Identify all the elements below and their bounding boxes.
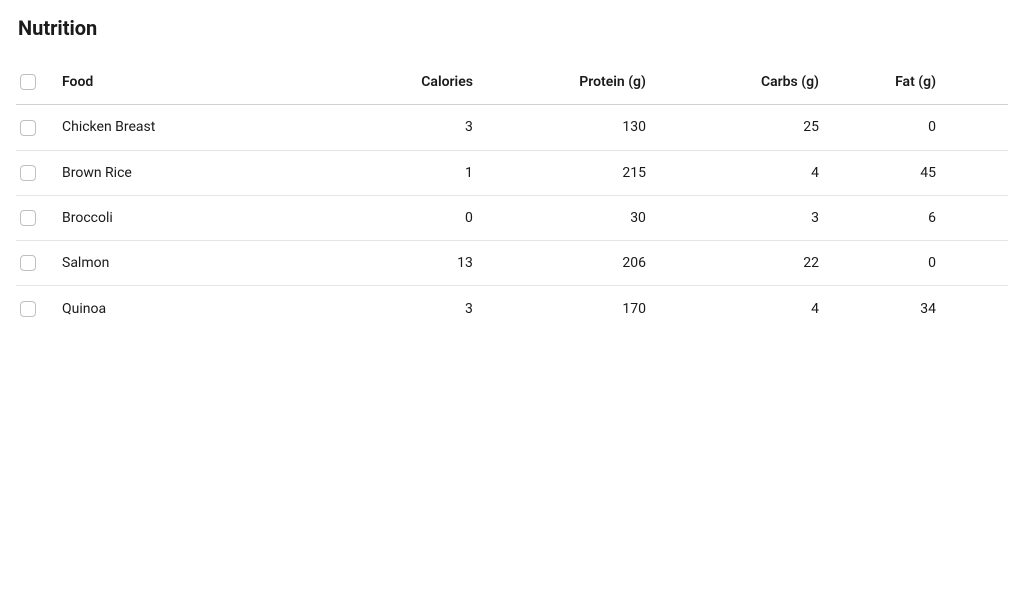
column-header-food[interactable]: Food [58,60,316,105]
cell-carbs: 3 [662,195,835,240]
cell-protein: 170 [489,286,662,331]
cell-calories: 0 [316,195,489,240]
cell-carbs: 25 [662,105,835,150]
row-checkbox[interactable] [20,165,36,181]
cell-food: Salmon [58,241,316,286]
cell-calories: 13 [316,241,489,286]
cell-calories: 3 [316,286,489,331]
column-header-fat[interactable]: Fat (g) [835,60,1008,105]
cell-carbs: 4 [662,150,835,195]
column-header-calories[interactable]: Calories [316,60,489,105]
select-all-checkbox[interactable] [20,74,36,90]
column-header-protein[interactable]: Protein (g) [489,60,662,105]
cell-food: Brown Rice [58,150,316,195]
cell-food: Chicken Breast [58,105,316,150]
row-checkbox[interactable] [20,210,36,226]
table-row: Salmon 13 206 22 0 [16,241,1008,286]
cell-fat: 0 [835,105,1008,150]
cell-carbs: 4 [662,286,835,331]
cell-calories: 1 [316,150,489,195]
table-row: Chicken Breast 3 130 25 0 [16,105,1008,150]
cell-carbs: 22 [662,241,835,286]
column-header-carbs[interactable]: Carbs (g) [662,60,835,105]
cell-calories: 3 [316,105,489,150]
table-row: Brown Rice 1 215 4 45 [16,150,1008,195]
cell-food: Broccoli [58,195,316,240]
header-row: Food Calories Protein (g) Carbs (g) Fat … [16,60,1008,105]
table-row: Broccoli 0 30 3 6 [16,195,1008,240]
cell-protein: 206 [489,241,662,286]
page-title: Nutrition [16,16,1008,40]
nutrition-table: Food Calories Protein (g) Carbs (g) Fat … [16,60,1008,331]
cell-food: Quinoa [58,286,316,331]
cell-protein: 215 [489,150,662,195]
cell-fat: 45 [835,150,1008,195]
row-checkbox[interactable] [20,120,36,136]
cell-fat: 0 [835,241,1008,286]
row-checkbox[interactable] [20,301,36,317]
row-checkbox[interactable] [20,255,36,271]
cell-fat: 34 [835,286,1008,331]
cell-fat: 6 [835,195,1008,240]
cell-protein: 130 [489,105,662,150]
cell-protein: 30 [489,195,662,240]
table-row: Quinoa 3 170 4 34 [16,286,1008,331]
